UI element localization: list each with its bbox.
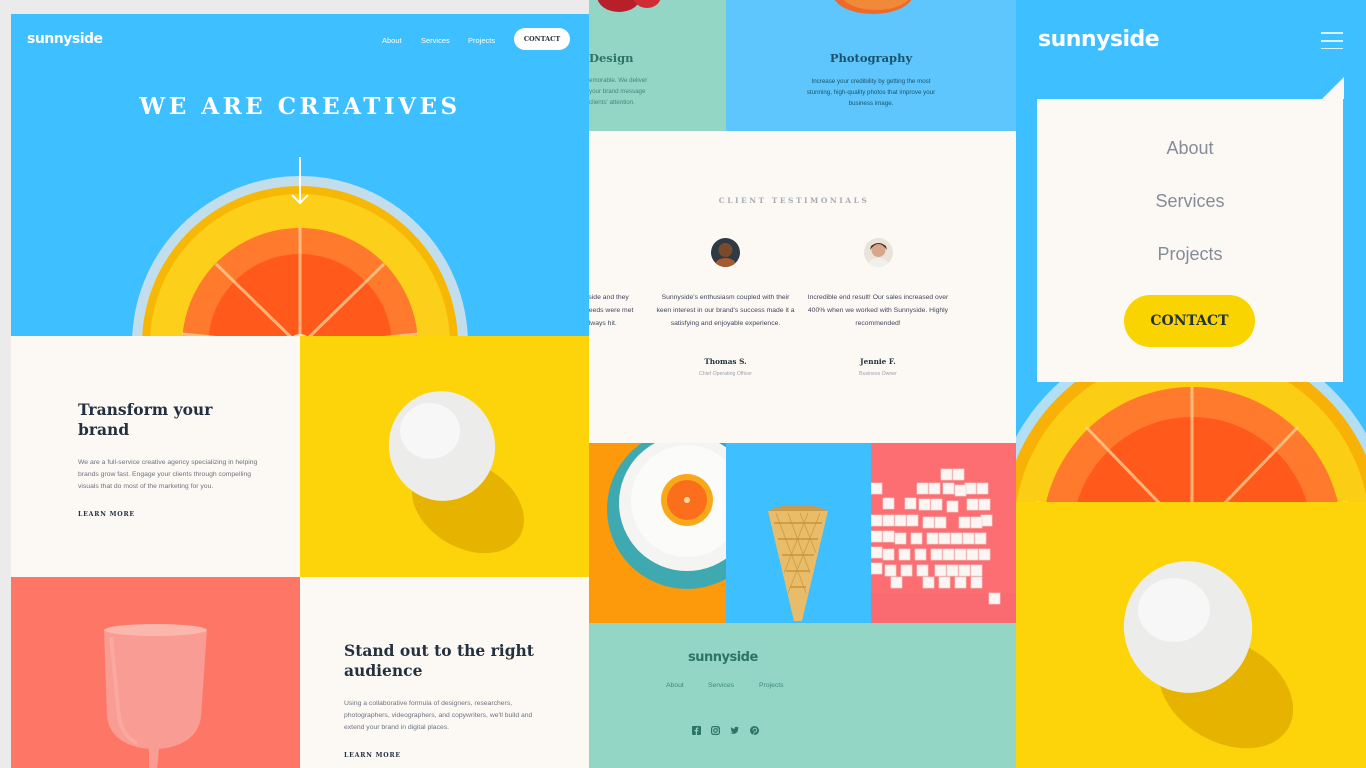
mobile-menu: About Services Projects CONTACT [1037,99,1343,382]
nav-services[interactable]: Services [421,36,450,45]
nav-about[interactable]: About [382,36,402,45]
mobile-logo[interactable]: sunnyside [1038,27,1160,52]
avatar-jennie [864,238,893,267]
mobile-menu-projects[interactable]: Projects [1037,244,1343,265]
transform-card: Transform your brand We are a full-servi… [76,400,268,521]
logo[interactable]: sunnyside [27,31,103,47]
testimonials-label: CLIENT TESTIMONIALS [718,196,870,205]
testimonial-name: Jennie F. [860,357,896,366]
gallery-orange-plate-image [589,443,726,623]
nav-projects[interactable]: Projects [468,36,495,45]
footer-logo[interactable]: sunnyside [688,650,758,665]
testimonial-quote-partial: yside and they needs were met always hit… [589,294,634,327]
learn-more-link[interactable]: LEARN MORE [342,752,403,760]
transform-text: We are a full-service creative agency sp… [78,459,258,490]
hamburger-menu-icon[interactable] [1321,32,1343,50]
mobile-menu-about[interactable]: About [1037,138,1343,159]
testimonial-quote: Incredible end result! Our sales increas… [807,294,949,327]
egg-mobile-image [1016,502,1366,768]
footer-nav-projects[interactable]: Projects [759,682,784,689]
transform-title: Transform your brand [78,400,213,439]
glass-image [11,577,300,768]
instagram-icon[interactable] [711,726,720,735]
footer-nav-services[interactable]: Services [708,682,734,689]
testimonial-quote: Sunnyside's enthusiasm coupled with thei… [656,294,795,327]
twitter-icon[interactable] [730,726,739,735]
testimonial-role: Chief Operating Officer [699,371,752,377]
standout-title: Stand out to the right audience [344,641,534,680]
standout-text: Using a collaborative formula of designe… [344,700,533,731]
gallery-sugar-cubes-image [871,443,1016,623]
footer-nav-about[interactable]: About [666,682,684,689]
mobile-menu-services[interactable]: Services [1037,191,1343,212]
design-text: emorable. We deliver your brand message … [589,77,648,106]
orange-top-image [834,0,912,14]
desktop-sections-panel: Design emorable. We deliver your brand m… [589,0,1016,768]
facebook-icon[interactable] [692,726,701,735]
testimonial-name: Thomas S. [704,357,747,366]
desktop-landing-panel: sunnyside About Services Projects CONTAC… [11,14,589,768]
orange-mobile-image [1016,382,1366,502]
standout-card: Stand out to the right audience Using a … [342,641,534,762]
pinterest-icon[interactable] [750,726,759,735]
avatar-thomas [711,238,740,267]
photography-title: Photography [829,51,913,65]
testimonial-role: Business Owner [859,371,897,377]
egg-image [300,336,589,577]
hero-title: WE ARE CREATIVES [139,93,461,120]
arrow-down-icon [291,157,309,205]
gallery-ice-cream-cone-image [726,443,871,623]
testimonial-role-partial: r [589,371,595,377]
mobile-contact-button[interactable]: CONTACT [1124,295,1255,347]
learn-more-link[interactable]: LEARN MORE [76,511,137,519]
hero-section: sunnyside About Services Projects CONTAC… [11,14,589,336]
photography-text: Increase your credibility by getting the… [806,78,936,107]
mobile-menu-panel: sunnyside About Services Projects CONTAC… [1016,0,1366,768]
photography-card: Photography Increase your credibility by… [726,0,1016,131]
contact-button[interactable]: CONTACT [514,28,570,50]
footer: sunnyside About Services Projects [589,623,1016,768]
design-card: Design emorable. We deliver your brand m… [589,0,726,131]
design-title: Design [589,51,634,65]
cherries-image [597,0,661,12]
menu-notch [1322,77,1344,99]
